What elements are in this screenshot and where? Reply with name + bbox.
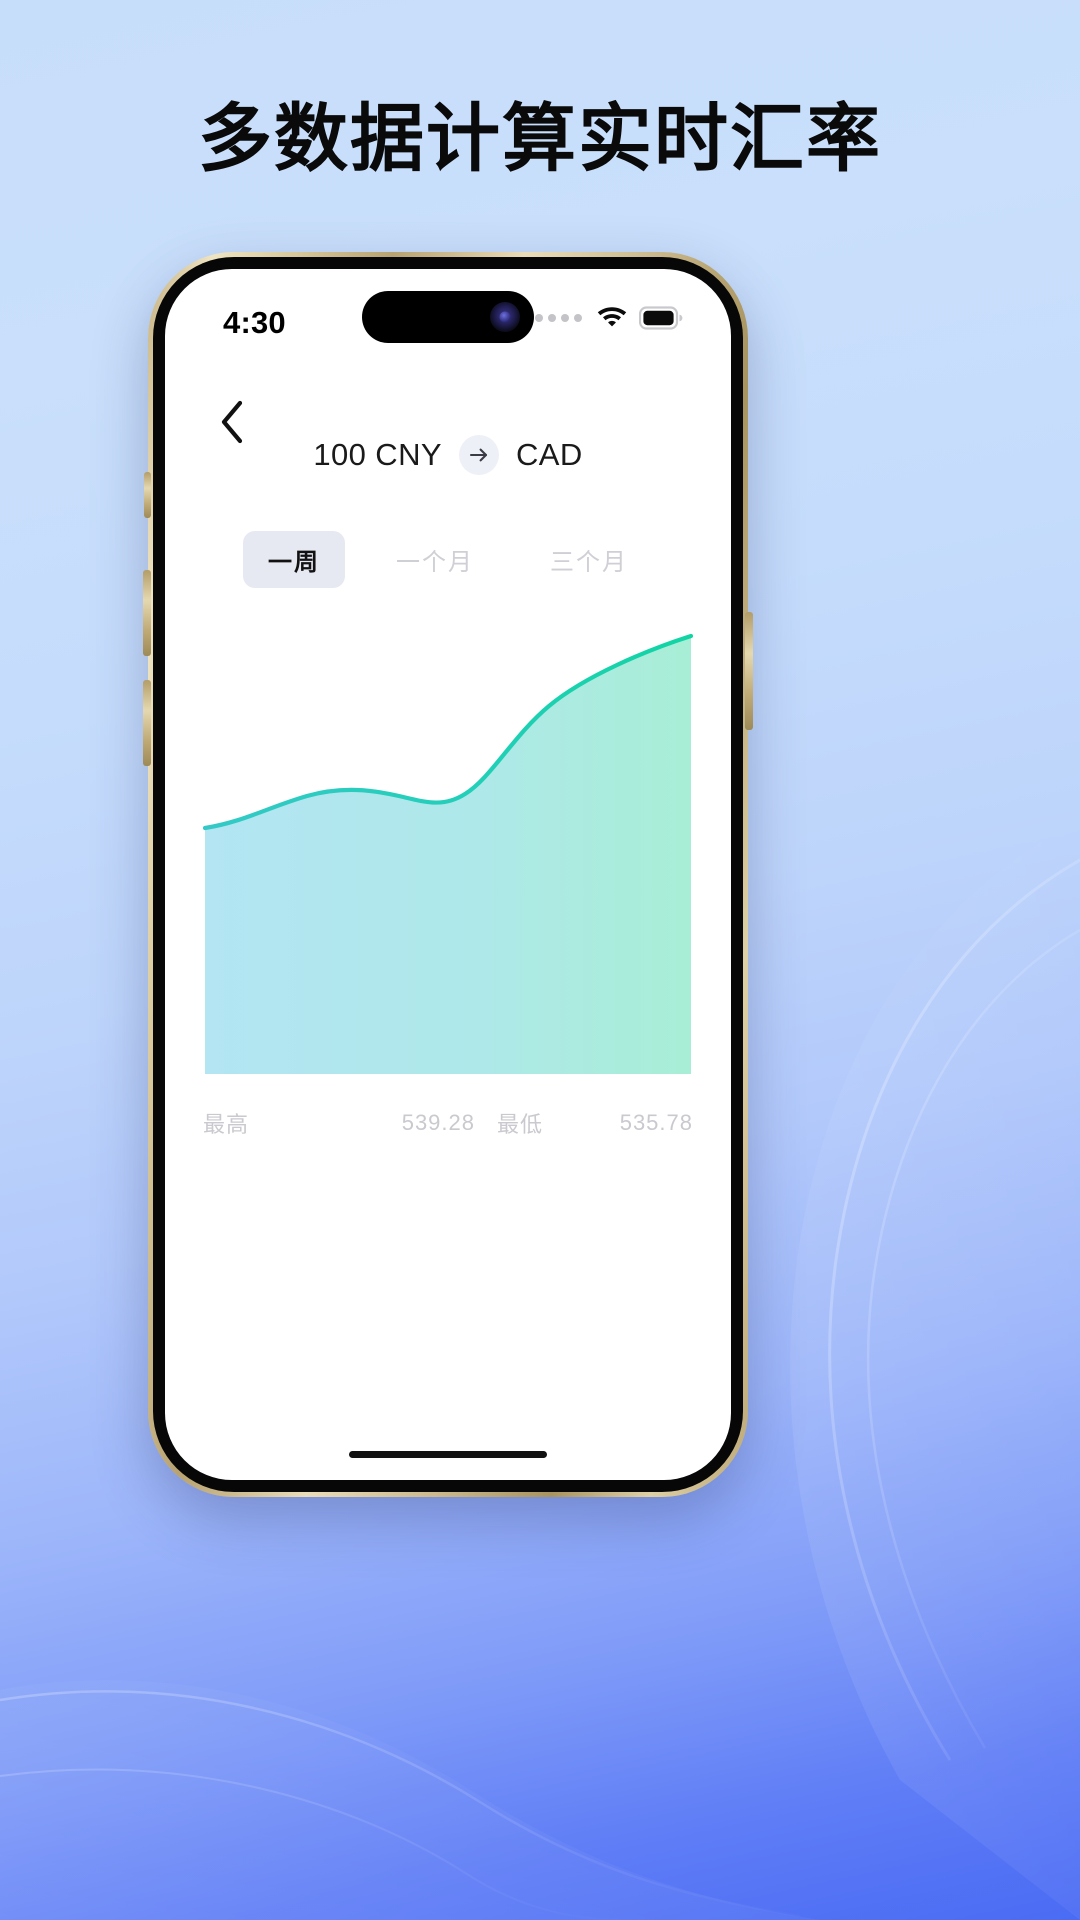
tab-three-month[interactable]: 三个月	[525, 531, 653, 588]
phone-mockup: 4:30 100 CNY CAD 一周 一个月 三个月 最高 539.28 最低…	[143, 252, 753, 1497]
power-button[interactable]	[745, 612, 753, 730]
high-label: 最高	[203, 1112, 250, 1137]
home-indicator[interactable]	[349, 1451, 547, 1458]
status-bar-time: 4:30	[223, 305, 286, 340]
front-camera-icon	[490, 302, 520, 332]
volume-up-button[interactable]	[143, 570, 151, 656]
chart-area-fill	[205, 636, 691, 1074]
currency-to: CAD	[515, 437, 583, 472]
tab-one-week[interactable]: 一周	[243, 531, 345, 588]
tab-one-month[interactable]: 一个月	[371, 531, 499, 588]
high-value: 539.28	[401, 1110, 475, 1135]
volume-down-button[interactable]	[143, 680, 151, 766]
chart-svg	[203, 633, 693, 1074]
phone-screen: 4:30 100 CNY CAD 一周 一个月 三个月 最高 539.28 最低…	[165, 269, 731, 1480]
period-tabs: 一周 一个月 三个月	[165, 531, 731, 588]
rate-stats-row: 最高 539.28 最低 535.78	[203, 1107, 693, 1139]
battery-full-icon	[639, 305, 683, 330]
currency-pair-title: 100 CNY CAD	[165, 435, 731, 475]
wifi-icon	[596, 303, 628, 332]
signal-dots-icon	[535, 313, 582, 322]
status-bar-indicators	[535, 303, 683, 332]
arrow-right-icon	[458, 435, 499, 475]
dynamic-island	[362, 291, 534, 343]
status-bar: 4:30	[165, 269, 731, 373]
promo-headline: 多数据计算实时汇率	[198, 97, 882, 180]
exchange-rate-chart[interactable]	[203, 624, 693, 1094]
mute-switch-button[interactable]	[144, 472, 151, 518]
currency-from: 100 CNY	[313, 437, 442, 472]
low-label: 最低	[497, 1112, 544, 1137]
low-value: 535.78	[619, 1110, 693, 1135]
